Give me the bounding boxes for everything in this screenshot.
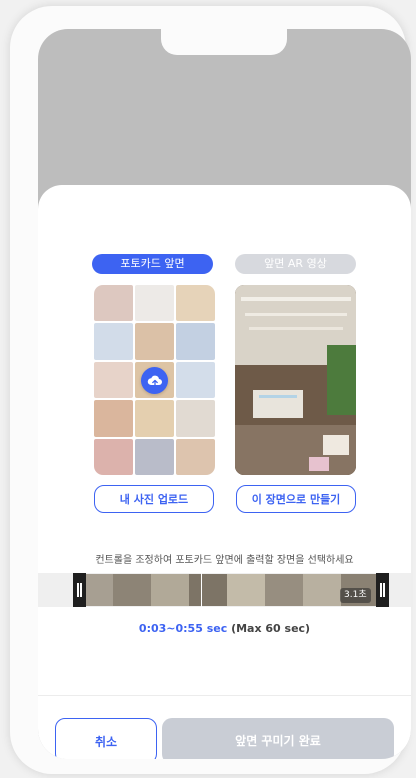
tab-front-ar-video[interactable]: 앞면 AR 영상 bbox=[235, 254, 356, 274]
make-with-this-scene-button[interactable]: 이 장면으로 만들기 bbox=[236, 485, 356, 513]
phone-notch bbox=[161, 29, 287, 55]
phone-frame: 포토카드 앞면 앞면 AR 영상 내 사진 업로드 이 장면으로 만들기 컨트롤… bbox=[10, 6, 411, 774]
playhead[interactable] bbox=[201, 573, 202, 607]
ar-video-scene-thumbnail[interactable] bbox=[235, 285, 356, 475]
range-value: 0:03~0:55 sec bbox=[138, 622, 228, 635]
tab-photocard-front[interactable]: 포토카드 앞면 bbox=[92, 254, 213, 274]
footer-divider bbox=[38, 695, 411, 696]
scene-illustration bbox=[235, 285, 356, 475]
finish-decorating-button[interactable]: 앞면 꾸미기 완료 bbox=[162, 718, 394, 759]
editor-sheet: 포토카드 앞면 앞면 AR 영상 내 사진 업로드 이 장면으로 만들기 컨트롤… bbox=[38, 185, 411, 759]
range-max: (Max 60 sec) bbox=[231, 622, 311, 635]
trim-handle-right-icon[interactable] bbox=[376, 573, 389, 607]
upload-my-photo-button[interactable]: 내 사진 업로드 bbox=[94, 485, 214, 513]
duration-badge: 3.1초 bbox=[340, 588, 371, 603]
instruction-text: 컨트롤을 조정하여 포토카드 앞면에 출력할 장면을 선택하세요 bbox=[95, 555, 354, 566]
photo-collage-thumbnail[interactable] bbox=[94, 285, 215, 475]
phone-screen: 포토카드 앞면 앞면 AR 영상 내 사진 업로드 이 장면으로 만들기 컨트롤… bbox=[38, 29, 411, 759]
frame-strip[interactable] bbox=[75, 574, 379, 606]
video-trim-timeline[interactable]: 3.1초 bbox=[38, 573, 411, 607]
trim-handle-left-icon[interactable] bbox=[73, 573, 86, 607]
selected-range-text: 0:03~0:55 sec (Max 60 sec) bbox=[38, 622, 411, 635]
cancel-button[interactable]: 취소 bbox=[55, 718, 157, 759]
cloud-upload-icon[interactable] bbox=[141, 367, 168, 394]
